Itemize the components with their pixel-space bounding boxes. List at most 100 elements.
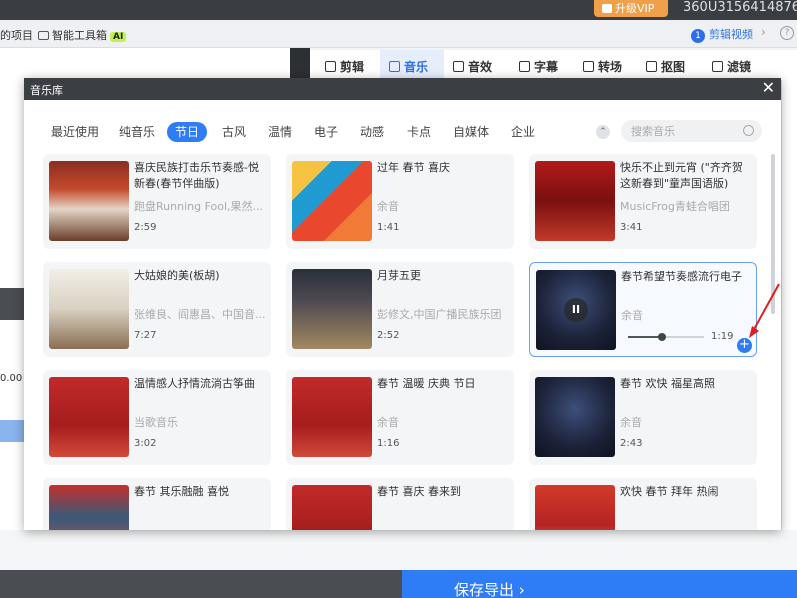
song-title: 春节 欢快 福星高照 (620, 377, 715, 390)
song-title: 快乐不止到元宵 ("齐齐贺这新春到"童声国语版) (620, 161, 743, 190)
album-cover[interactable] (49, 161, 129, 241)
category-tab[interactable]: 古风 (222, 122, 246, 142)
pause-icon[interactable]: II (564, 298, 588, 322)
song-title: 大姑娘的美(板胡) (134, 269, 220, 282)
clip-icon (325, 61, 336, 72)
category-tab[interactable]: 电子 (314, 122, 338, 142)
playback-progress[interactable] (628, 333, 704, 341)
help-link[interactable]: 剪辑视频 (709, 28, 753, 41)
album-cover[interactable] (292, 485, 372, 530)
subtitle-icon (519, 61, 530, 72)
add-music-button[interactable]: + (737, 338, 752, 353)
category-tab[interactable]: 企业 (511, 122, 535, 142)
dialog-header: 音乐库 ✕ (24, 78, 781, 100)
song-card[interactable]: 欢快 春节 拜年 热闹 (529, 478, 757, 530)
my-projects-link[interactable]: 的项目 (0, 27, 33, 43)
category-tab[interactable]: 温情 (268, 122, 292, 142)
tab-filter[interactable]: 滤镜 (712, 58, 751, 75)
song-card[interactable]: 过年 春节 喜庆 余音 1:41 (286, 154, 514, 249)
song-title: 月芽五更 (377, 269, 421, 282)
help-icon[interactable]: ? (780, 26, 794, 40)
user-id[interactable]: 360U3156414876 (683, 0, 797, 16)
song-duration: 1:19 (711, 331, 734, 342)
song-title: 过年 春节 喜庆 (377, 161, 450, 174)
song-card[interactable]: 温情感人抒情流淌古筝曲 当歌音乐 3:02 (43, 370, 271, 465)
album-cover[interactable] (292, 269, 372, 349)
tab-cutout[interactable]: 抠图 (646, 58, 685, 75)
tab-label: 抠图 (661, 60, 686, 74)
song-artist: 余音 (377, 416, 399, 429)
song-card[interactable]: 喜庆民族打击乐节奏感-悦新春(春节伴曲版) 跑盘Running Fool,果然..… (43, 154, 271, 249)
album-cover[interactable] (292, 161, 372, 241)
sound-effect-icon (453, 61, 464, 72)
transition-icon (583, 61, 594, 72)
category-tab[interactable]: 卡点 (407, 122, 431, 142)
album-cover[interactable] (49, 485, 129, 530)
close-icon[interactable]: ✕ (762, 79, 775, 97)
song-card[interactable]: 快乐不止到元宵 ("齐齐贺这新春到"童声国语版) MusicFrog青蛙合唱团 3:… (529, 154, 757, 249)
song-title: 欢快 春节 拜年 热闹 (620, 485, 719, 498)
tab-transition[interactable]: 转场 (583, 58, 622, 75)
smart-toolbox-button[interactable]: 智能工具箱 AI (38, 27, 127, 43)
song-card[interactable]: 春节 欢快 福星高照 余音 2:43 (529, 370, 757, 465)
song-artist: 当歌音乐 (134, 416, 178, 429)
ai-badge: AI (110, 32, 127, 42)
tab-music[interactable]: 音乐 (389, 58, 428, 75)
category-tab[interactable]: 节日 (167, 122, 208, 142)
tab-label: 音效 (468, 60, 493, 74)
song-card[interactable]: 春节 其乐融融 喜悦 (43, 478, 271, 530)
tab-label: 音乐 (404, 60, 429, 74)
toolbox-icon (38, 31, 49, 40)
save-export-button[interactable]: 保存导出 › (402, 570, 797, 598)
scrollbar[interactable] (771, 154, 775, 314)
collapse-icon[interactable]: ⌃ (596, 125, 610, 139)
album-cover[interactable] (535, 161, 615, 241)
song-card[interactable]: II 春节希望节奏感流行电子 余音 1:19 + (529, 262, 757, 357)
album-cover[interactable] (49, 269, 129, 349)
main-toolbar: 的项目 智能工具箱 AI 1 剪辑视频 › ? (0, 20, 797, 48)
upgrade-vip-button[interactable]: 升级VIP (594, 0, 668, 17)
song-artist: 余音 (620, 416, 642, 429)
song-title: 喜庆民族打击乐节奏感-悦新春(春节伴曲版) (134, 161, 259, 190)
help-tutorial[interactable]: 1 剪辑视频 (691, 26, 753, 43)
search-icon[interactable] (743, 125, 754, 136)
crown-icon (602, 4, 612, 13)
tab-subtitle[interactable]: 字幕 (519, 58, 558, 75)
song-card[interactable]: 大姑娘的美(板胡) 张维良、阎惠昌、中国音... 7:27 (43, 262, 271, 357)
tab-label: 字幕 (534, 60, 559, 74)
panel-divider (290, 48, 310, 80)
timeline-clip[interactable] (0, 420, 24, 442)
song-artist: 彭修文,中国广播民族乐团 (377, 308, 502, 321)
song-card[interactable]: 春节 喜庆 春来到 (286, 478, 514, 530)
album-cover[interactable] (49, 377, 129, 457)
tab-label: 转场 (598, 60, 623, 74)
song-duration: 7:27 (134, 330, 157, 341)
vip-label: 升级VIP (615, 2, 655, 15)
song-duration: 1:41 (377, 222, 400, 233)
album-cover[interactable] (535, 485, 615, 530)
song-card[interactable]: 春节 温暖 庆典 节日 余音 1:16 (286, 370, 514, 465)
tab-sound-effect[interactable]: 音效 (453, 58, 492, 75)
song-card[interactable]: 月芽五更 彭修文,中国广播民族乐团 2:52 (286, 262, 514, 357)
album-cover[interactable]: II (536, 270, 616, 350)
chevron-right-icon[interactable]: › (761, 25, 766, 39)
category-tab[interactable]: 动感 (360, 122, 384, 142)
song-title: 春节 喜庆 春来到 (377, 485, 461, 498)
category-tabs: ⌃ 搜索音乐 最近使用 纯音乐 节日 古风 温情 电子 动感 卡点 自媒体 企业 (24, 120, 781, 146)
category-tab[interactable]: 最近使用 (51, 122, 99, 142)
filter-icon (712, 61, 723, 72)
song-duration: 3:41 (620, 222, 643, 233)
tab-clip[interactable]: 剪辑 (325, 58, 364, 75)
album-cover[interactable] (292, 377, 372, 457)
search-input[interactable]: 搜索音乐 (621, 120, 762, 142)
category-tab[interactable]: 自媒体 (453, 122, 489, 142)
album-cover[interactable] (535, 377, 615, 457)
timeline-time: 0.00 (0, 373, 23, 384)
search-placeholder: 搜索音乐 (631, 125, 675, 138)
song-duration: 1:16 (377, 438, 400, 449)
music-icon (389, 61, 400, 72)
progress-knob[interactable] (658, 333, 667, 341)
category-tab[interactable]: 纯音乐 (119, 122, 155, 142)
timeline-bottom (0, 530, 797, 570)
song-duration: 3:02 (134, 438, 157, 449)
